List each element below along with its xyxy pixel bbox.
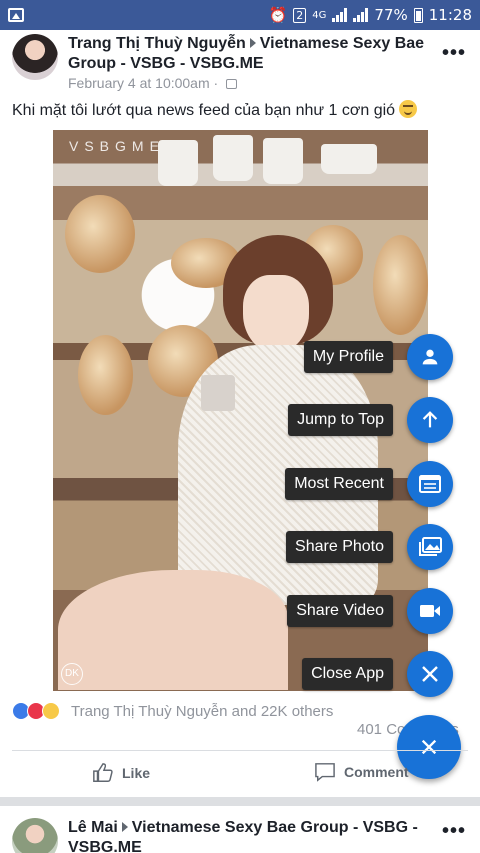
next-post-author[interactable]: Lê Mai: [68, 819, 118, 836]
next-post-header: Lê Mai Vietnamese Sexy Bae Group - VSBG -…: [68, 818, 428, 853]
comment-label: Comment: [344, 764, 409, 780]
fab-item-jump-to-top[interactable]: Jump to Top: [288, 397, 453, 443]
video-camera-icon[interactable]: [407, 588, 453, 634]
caret-right-icon: [249, 38, 256, 49]
cup-image: [263, 138, 303, 184]
feed-separator: [0, 797, 480, 806]
clock: 11:28: [428, 6, 472, 24]
fab-item-share-video[interactable]: Share Video: [287, 588, 453, 634]
network-type: 4G: [312, 9, 327, 21]
comment-button[interactable]: Comment: [314, 762, 409, 782]
fab-label-most-recent[interactable]: Most Recent: [285, 468, 393, 500]
reactions-summary[interactable]: Trang Thị Thuỳ Nguyễn and 22K others: [12, 702, 333, 720]
photo-subject-face: [243, 275, 309, 353]
author-name[interactable]: Trang Thị Thuỳ Nguyễn: [68, 35, 246, 52]
status-bar: ⏰ 2 4G 77% 11:28: [0, 0, 480, 30]
comment-bubble-icon: [315, 763, 335, 782]
fab-item-my-profile[interactable]: My Profile: [303, 334, 453, 380]
post-body: Khi mặt tôi lướt qua news feed của bạn n…: [12, 100, 418, 120]
photo-watermark: VSBGME: [69, 138, 165, 154]
fab-label-close-app[interactable]: Close App: [302, 658, 393, 690]
like-button[interactable]: Like: [92, 762, 150, 784]
battery-icon: [413, 7, 423, 23]
gallery-notification-icon: [8, 8, 24, 22]
audience-icon: [226, 79, 238, 89]
divider: [12, 750, 468, 751]
fab-item-close-app[interactable]: Close App: [302, 651, 453, 697]
thumbs-up-icon: [93, 763, 113, 782]
next-post-group[interactable]: Vietnamese Sexy Bae Group - VSBG - VSBG.…: [68, 819, 418, 853]
post-text: Khi mặt tôi lướt qua news feed của bạn n…: [12, 102, 396, 119]
arrow-up-icon[interactable]: [407, 397, 453, 443]
mug-image: [201, 375, 235, 411]
watermark-logo-icon: DK: [61, 663, 83, 685]
bread-image: [65, 195, 135, 273]
signal-icon: [332, 8, 348, 22]
battery-percent: 77%: [374, 6, 408, 24]
close-icon: [421, 739, 437, 755]
author-avatar[interactable]: [12, 34, 58, 80]
reactions-text[interactable]: Trang Thị Thuỳ Nguyễn and 22K others: [71, 703, 333, 720]
more-options-icon[interactable]: •••: [442, 820, 466, 843]
fab-label-jump-to-top[interactable]: Jump to Top: [288, 404, 393, 436]
more-options-icon[interactable]: •••: [442, 42, 466, 65]
cup-image: [213, 135, 253, 181]
alarm-icon: ⏰: [268, 6, 288, 24]
post-header: Trang Thị Thuỳ Nguyễn Vietnamese Sexy Bae…: [68, 34, 428, 91]
like-label: Like: [122, 765, 151, 781]
photo-subject-legs: [58, 570, 288, 690]
fab-item-most-recent[interactable]: Most Recent: [285, 461, 453, 507]
haha-reaction-icon: [42, 702, 60, 720]
photos-icon[interactable]: [407, 524, 453, 570]
close-icon[interactable]: [407, 651, 453, 697]
fab-item-share-photo[interactable]: Share Photo: [286, 524, 453, 570]
bread-image: [373, 235, 428, 335]
fab-label-share-photo[interactable]: Share Photo: [286, 531, 393, 563]
next-post-avatar[interactable]: [12, 818, 58, 853]
post-timestamp[interactable]: February 4 at 10:00am: [68, 75, 210, 91]
bread-image: [78, 335, 133, 415]
bowl-image: [321, 144, 377, 174]
sim-slot-badge: 2: [293, 7, 307, 23]
post-meta: February 4 at 10:00am ·: [68, 75, 428, 91]
fab-label-my-profile[interactable]: My Profile: [303, 341, 393, 373]
author-line: Trang Thị Thuỳ Nguyễn Vietnamese Sexy Bae…: [68, 34, 428, 74]
caret-right-icon: [121, 822, 128, 833]
fab-label-share-video[interactable]: Share Video: [287, 595, 393, 627]
smile-emoji-icon: [399, 100, 418, 118]
signal-icon-2: [353, 8, 369, 22]
feed-icon[interactable]: [407, 461, 453, 507]
person-icon[interactable]: [407, 334, 453, 380]
